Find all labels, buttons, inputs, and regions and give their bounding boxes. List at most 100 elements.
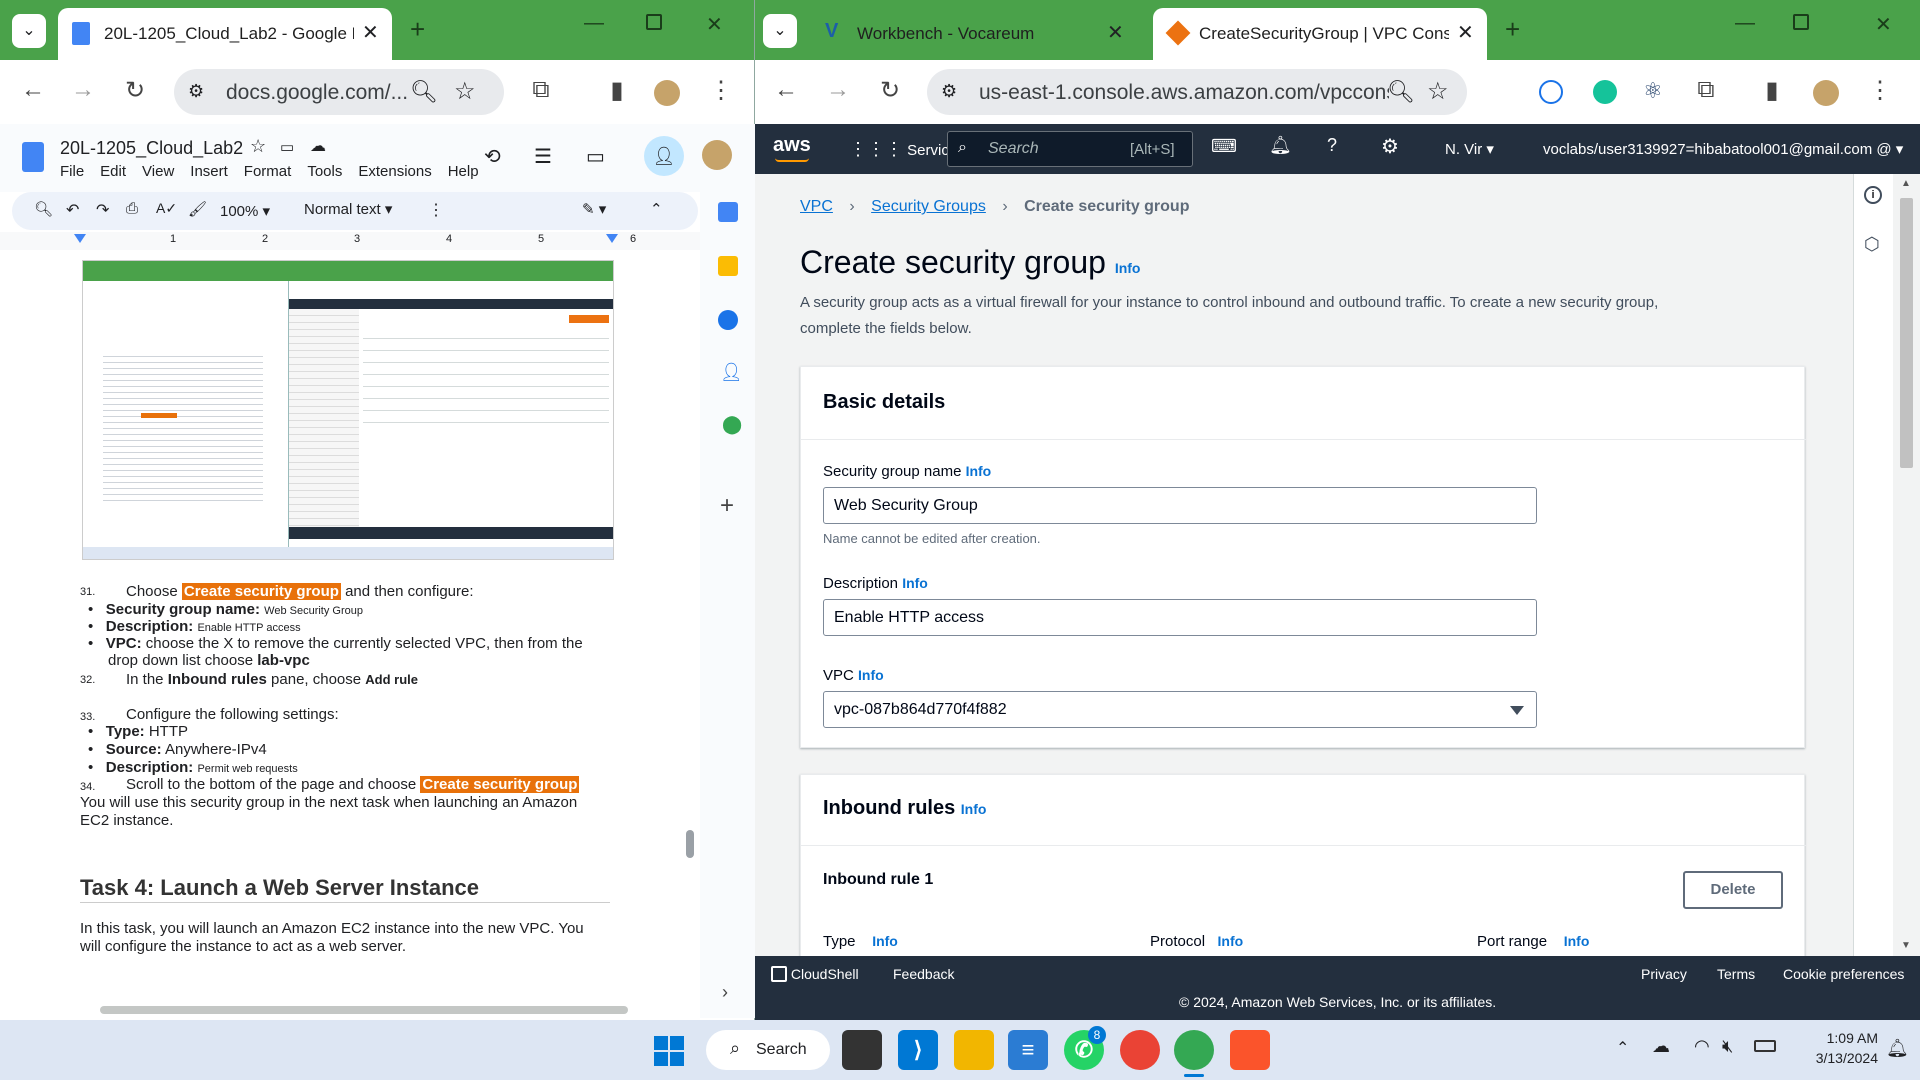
menu-view[interactable]: View — [142, 163, 174, 180]
close-window-icon[interactable]: ✕ — [1875, 12, 1892, 37]
bookmark-star-icon[interactable]: ☆ — [454, 77, 476, 106]
menu-icon[interactable]: ⋮ — [704, 76, 738, 105]
docs-logo-icon[interactable] — [22, 142, 44, 172]
aws-search-input[interactable]: ⌕ Search [Alt+S] — [947, 131, 1193, 167]
meet-icon[interactable]: ▭ — [586, 144, 605, 169]
breadcrumb-security-groups[interactable]: Security Groups — [871, 198, 986, 215]
comments-icon[interactable]: ☰ — [534, 144, 552, 169]
undo-icon[interactable]: ↶ — [66, 200, 79, 220]
feedback-link[interactable]: Feedback — [893, 966, 954, 982]
zoom-select[interactable]: 100% ▾ — [220, 202, 270, 220]
chrome-profile-icon[interactable] — [1174, 1030, 1214, 1070]
address-bar[interactable]: ⚙ us-east-1.console.aws.amazon.com/vpcco… — [927, 69, 1467, 115]
aws-logo-icon[interactable]: aws — [773, 134, 811, 157]
task-view-icon[interactable] — [842, 1030, 882, 1070]
side-panel-icon[interactable]: ▮ — [1755, 76, 1789, 105]
ruler-indent-marker[interactable] — [74, 234, 86, 243]
cookie-preferences-link[interactable]: Cookie preferences — [1783, 966, 1904, 982]
doc-vertical-scrollbar[interactable] — [686, 830, 694, 858]
brave-icon[interactable] — [1230, 1030, 1270, 1070]
info-link[interactable]: Info — [1564, 933, 1590, 949]
forward-icon[interactable]: → — [66, 76, 100, 104]
contacts-icon[interactable]: 👤︎ — [720, 362, 743, 383]
vpc-select[interactable]: vpc-087b864d770f4f882 — [823, 691, 1537, 728]
back-icon[interactable]: ← — [16, 76, 50, 104]
reload-icon[interactable]: ↻ — [873, 76, 907, 105]
move-icon[interactable]: ▭ — [280, 138, 294, 156]
sg-name-input[interactable]: Web Security Group — [823, 487, 1537, 524]
cloud-status-icon[interactable]: ☁ — [310, 136, 326, 156]
site-info-icon[interactable]: ⚙ — [188, 81, 204, 102]
menu-tools[interactable]: Tools — [307, 163, 342, 180]
tab-docs[interactable]: 20L-1205_Cloud_Lab2 - Google Do ✕ — [58, 8, 392, 60]
close-tab-icon[interactable]: ✕ — [362, 20, 379, 45]
notepad-icon[interactable]: ≡ — [1008, 1030, 1048, 1070]
redo-icon[interactable]: ↷ — [96, 200, 109, 220]
account-avatar[interactable] — [702, 140, 732, 170]
close-window-icon[interactable]: ✕ — [706, 12, 723, 37]
clock-date[interactable]: 3/13/2024 — [1798, 1050, 1878, 1066]
new-tab-button[interactable]: + — [1505, 14, 1520, 45]
taskbar-search[interactable]: ⌕ Search — [706, 1030, 830, 1070]
vscode-icon[interactable]: ⟩ — [898, 1030, 938, 1070]
account-menu[interactable]: voclabs/user3139927=hibabatool001@gmail.… — [1543, 140, 1903, 158]
start-icon[interactable] — [654, 1036, 684, 1066]
help-icon[interactable]: ? — [1327, 135, 1337, 156]
grammarly-icon[interactable] — [1593, 80, 1617, 104]
menu-file[interactable]: File — [60, 163, 84, 180]
forward-icon[interactable]: → — [821, 76, 855, 104]
aws-vertical-scrollbar[interactable]: ▲ ▼ — [1893, 174, 1920, 956]
star-icon[interactable]: ☆ — [250, 136, 266, 157]
maximize-icon[interactable] — [646, 14, 662, 30]
chrome-icon[interactable] — [1120, 1030, 1160, 1070]
info-link[interactable]: Info — [858, 667, 884, 683]
tab-create-security-group[interactable]: CreateSecurityGroup | VPC Consol ✕ — [1153, 8, 1487, 60]
address-bar[interactable]: ⚙ docs.google.com/... 🔍︎ ☆ — [174, 69, 504, 115]
description-input[interactable]: Enable HTTP access — [823, 599, 1537, 636]
menu-insert[interactable]: Insert — [190, 163, 228, 180]
region-selector[interactable]: N. Vir ▾ — [1445, 140, 1494, 158]
extensions-icon[interactable]: ⧉ — [524, 76, 558, 104]
info-link[interactable]: Info — [1218, 933, 1244, 949]
zoom-icon[interactable]: 🔍︎ — [410, 79, 438, 105]
minimize-icon[interactable]: — — [1735, 12, 1755, 35]
profile-avatar[interactable] — [654, 80, 680, 106]
menu-format[interactable]: Format — [244, 163, 292, 180]
tab-search-button[interactable]: ⌄ — [12, 14, 46, 48]
show-hidden-icons[interactable]: ⌃ — [1616, 1038, 1629, 1058]
info-link[interactable]: Info — [872, 933, 898, 949]
expand-panel-icon[interactable]: › — [722, 982, 728, 1003]
calendar-icon[interactable] — [718, 202, 738, 222]
scroll-up-icon[interactable]: ▲ — [1901, 178, 1911, 189]
scroll-down-icon[interactable]: ▼ — [1901, 940, 1911, 951]
info-link[interactable]: Info — [961, 801, 987, 817]
info-link[interactable]: Info — [966, 463, 992, 479]
back-icon[interactable]: ← — [769, 76, 803, 104]
profile-avatar[interactable] — [1813, 80, 1839, 106]
notifications-icon[interactable]: 🔔︎ — [1269, 135, 1292, 156]
tutorial-icon[interactable]: ⬡ — [1864, 234, 1880, 255]
scroll-thumb[interactable] — [1900, 198, 1913, 468]
extension-c-icon[interactable] — [1539, 80, 1563, 104]
zoom-icon[interactable]: 🔍︎ — [1387, 79, 1415, 105]
ruler-right-marker[interactable] — [606, 234, 618, 243]
battery-icon[interactable] — [1754, 1040, 1776, 1052]
breadcrumb-vpc[interactable]: VPC — [800, 198, 833, 215]
menu-icon[interactable]: ⋮ — [1863, 76, 1897, 105]
tasks-icon[interactable] — [718, 310, 738, 330]
menu-edit[interactable]: Edit — [100, 163, 126, 180]
volume-muted-icon[interactable]: 🔇︎ — [1722, 1036, 1733, 1057]
maximize-icon[interactable] — [1793, 14, 1809, 30]
file-explorer-icon[interactable] — [954, 1030, 994, 1070]
keep-icon[interactable] — [718, 256, 738, 276]
edit-mode-icon[interactable]: ✎ ▾ — [582, 200, 606, 218]
privacy-link[interactable]: Privacy — [1641, 966, 1687, 982]
bookmark-star-icon[interactable]: ☆ — [1427, 77, 1449, 106]
reload-icon[interactable]: ↻ — [118, 76, 152, 105]
paint-format-icon[interactable]: 🖌︎ — [188, 200, 207, 218]
info-panel-icon[interactable]: i — [1864, 186, 1882, 204]
tab-vocareum[interactable]: V Workbench - Vocareum ✕ — [811, 8, 1135, 54]
style-select[interactable]: Normal text ▾ — [304, 200, 392, 218]
tab-search-button[interactable]: ⌄ — [763, 14, 797, 48]
site-info-icon[interactable]: ⚙ — [941, 81, 957, 102]
